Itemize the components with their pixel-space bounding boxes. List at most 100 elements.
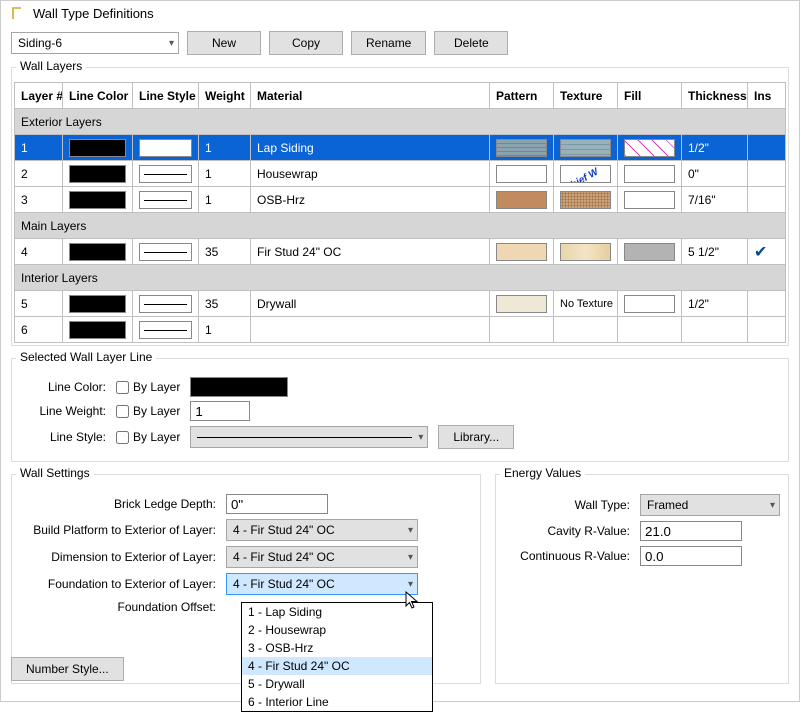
energy-wall-type-select[interactable]: Framed ▾ (640, 494, 780, 516)
cell-material: Lap Siding (251, 135, 490, 161)
line-style-swatch[interactable] (139, 191, 192, 209)
energy-wall-type-label: Wall Type: (504, 498, 640, 512)
pattern-swatch[interactable] (490, 317, 554, 343)
foundation-dropdown-list[interactable]: 1 - Lap Siding 2 - Housewrap 3 - OSB-Hrz… (241, 602, 433, 712)
line-color-swatch[interactable] (69, 321, 126, 339)
chevron-down-icon: ▾ (770, 500, 775, 511)
continuous-r-input[interactable] (640, 546, 742, 566)
line-style-swatch[interactable] (139, 321, 192, 339)
fill-swatch[interactable] (624, 295, 675, 313)
build-platform-select[interactable]: 4 - Fir Stud 24" OC ▾ (226, 519, 418, 541)
copy-button[interactable]: Copy (269, 31, 343, 55)
dropdown-option[interactable]: 4 - Fir Stud 24" OC (242, 657, 432, 675)
cell-weight: 1 (199, 317, 251, 343)
foundation-select[interactable]: 4 - Fir Stud 24" OC ▾ (226, 573, 418, 595)
col-layer-num[interactable]: Layer # (15, 83, 63, 109)
line-color-swatch[interactable] (69, 295, 126, 313)
wall-layers-legend: Wall Layers (16, 59, 86, 73)
col-material[interactable]: Material (251, 83, 490, 109)
table-row[interactable]: 6 1 (15, 317, 786, 343)
pattern-swatch[interactable] (496, 191, 547, 209)
cell-layer-num: 3 (15, 187, 63, 213)
cell-material: Housewrap (251, 161, 490, 187)
wall-type-select[interactable]: Siding-6 ▾ (11, 32, 179, 54)
pattern-swatch[interactable] (496, 165, 547, 183)
texture-swatch[interactable] (560, 243, 611, 261)
pattern-swatch[interactable] (496, 139, 547, 157)
col-line-color[interactable]: Line Color (63, 83, 133, 109)
table-row[interactable]: 2 1 Housewrap 0" (15, 161, 786, 187)
pattern-swatch[interactable] (496, 295, 547, 313)
table-row[interactable]: 1 1 Lap Siding 1/2" (15, 135, 786, 161)
rename-button[interactable]: Rename (351, 31, 426, 55)
dimension-select[interactable]: 4 - Fir Stud 24" OC ▾ (226, 546, 418, 568)
dropdown-option[interactable]: 5 - Drywall (242, 675, 432, 693)
dropdown-option[interactable]: 6 - Interior Line (242, 693, 432, 711)
cell-thickness: 0" (682, 161, 748, 187)
fill-swatch[interactable] (624, 243, 675, 261)
col-fill[interactable]: Fill (618, 83, 682, 109)
fill-swatch[interactable] (624, 191, 675, 209)
cell-ins (748, 161, 786, 187)
table-row[interactable]: 5 35 Drywall No Texture 1/2" (15, 291, 786, 317)
table-header-row: Layer # Line Color Line Style Weight Mat… (15, 83, 786, 109)
cell-ins (748, 291, 786, 317)
texture-swatch[interactable] (560, 139, 611, 157)
fill-swatch[interactable] (618, 317, 682, 343)
col-texture[interactable]: Texture (554, 83, 618, 109)
line-style-swatch[interactable] (139, 295, 192, 313)
cell-thickness (682, 317, 748, 343)
cell-material (251, 317, 490, 343)
col-pattern[interactable]: Pattern (490, 83, 554, 109)
chevron-down-icon: ▾ (408, 525, 413, 536)
library-button[interactable]: Library... (438, 425, 514, 449)
line-color-swatch[interactable] (69, 139, 126, 157)
cell-ins (748, 135, 786, 161)
selected-wall-layer-line-group: Selected Wall Layer Line Line Color: By … (11, 358, 789, 462)
table-row[interactable]: 3 1 OSB-Hrz 7/16" (15, 187, 786, 213)
texture-swatch[interactable] (554, 317, 618, 343)
pattern-swatch[interactable] (496, 243, 547, 261)
chevron-down-icon: ▾ (408, 579, 413, 590)
by-layer-color-checkbox[interactable]: By Layer (116, 380, 180, 394)
line-color-chip[interactable] (190, 377, 288, 397)
line-style-swatch[interactable] (139, 243, 192, 261)
wall-layers-table[interactable]: Layer # Line Color Line Style Weight Mat… (14, 82, 786, 343)
fill-swatch[interactable] (624, 165, 675, 183)
cell-ins (748, 317, 786, 343)
foundation-label: Foundation to Exterior of Layer: (20, 577, 226, 591)
cell-material: Fir Stud 24" OC (251, 239, 490, 265)
fill-swatch[interactable] (624, 139, 675, 157)
line-color-label: Line Color: (20, 380, 106, 394)
new-button[interactable]: New (187, 31, 261, 55)
line-color-swatch[interactable] (69, 165, 126, 183)
by-layer-style-checkbox[interactable]: By Layer (116, 430, 180, 444)
line-color-swatch[interactable] (69, 191, 126, 209)
texture-swatch[interactable] (560, 191, 611, 209)
number-style-button[interactable]: Number Style... (11, 657, 124, 681)
dropdown-option[interactable]: 2 - Housewrap (242, 621, 432, 639)
cell-ins[interactable]: ✔ (748, 239, 786, 265)
dropdown-option[interactable]: 3 - OSB-Hrz (242, 639, 432, 657)
line-weight-input[interactable] (190, 401, 250, 421)
brick-ledge-input[interactable] (226, 494, 328, 514)
col-weight[interactable]: Weight (199, 83, 251, 109)
line-style-select[interactable]: ▾ (190, 426, 428, 448)
dropdown-option[interactable]: 1 - Lap Siding (242, 603, 432, 621)
line-style-swatch[interactable] (139, 165, 192, 183)
delete-button[interactable]: Delete (434, 31, 508, 55)
line-style-label: Line Style: (20, 430, 106, 444)
col-line-style[interactable]: Line Style (133, 83, 199, 109)
col-ins[interactable]: Ins (748, 83, 786, 109)
by-layer-weight-checkbox[interactable]: By Layer (116, 404, 180, 418)
cell-weight: 1 (199, 135, 251, 161)
line-color-swatch[interactable] (69, 243, 126, 261)
cell-weight: 35 (199, 291, 251, 317)
table-row[interactable]: 4 35 Fir Stud 24" OC 5 1/2" ✔ (15, 239, 786, 265)
texture-swatch[interactable] (560, 165, 611, 183)
cavity-r-input[interactable] (640, 521, 742, 541)
line-style-swatch[interactable] (139, 139, 192, 157)
col-thickness[interactable]: Thickness (682, 83, 748, 109)
build-platform-label: Build Platform to Exterior of Layer: (20, 523, 226, 537)
texture-swatch[interactable]: No Texture (554, 291, 618, 317)
